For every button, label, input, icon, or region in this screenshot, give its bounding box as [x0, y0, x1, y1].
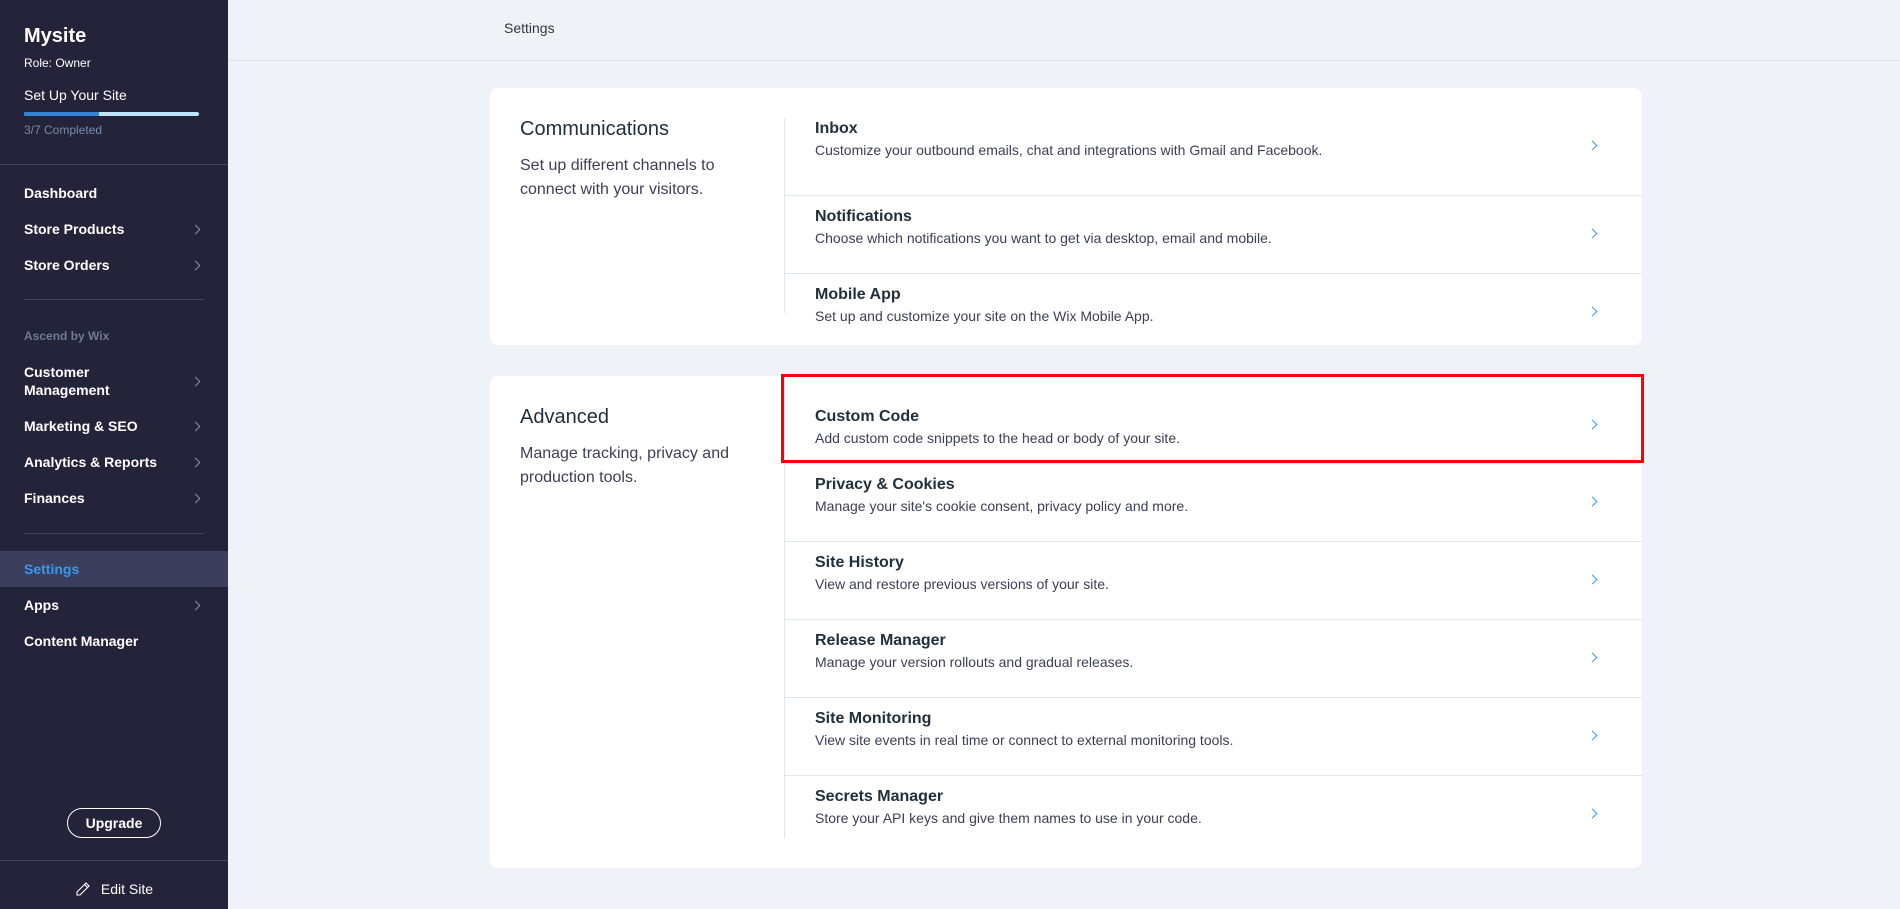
item-description: Manage your version rollouts and gradual…	[815, 654, 1134, 670]
sidebar-item-label: Finances	[24, 490, 85, 506]
communications-card: Communications Set up different channels…	[490, 88, 1642, 345]
sidebar-item-apps[interactable]: Apps	[0, 595, 228, 615]
chevron-right-icon	[190, 600, 201, 610]
item-title: Privacy & Cookies	[815, 476, 955, 493]
chevron-right-icon	[1587, 652, 1598, 663]
sidebar-item-customer-management[interactable]: Customer Management	[0, 363, 228, 399]
item-title: Notifications	[815, 208, 912, 225]
edit-site-label: Edit Site	[100, 881, 154, 897]
sidebar-item-label: Dashboard	[24, 185, 98, 201]
sidebar-item-label: Analytics & Reports	[24, 454, 158, 470]
chevron-right-icon	[1587, 496, 1598, 507]
chevron-right-icon	[190, 421, 201, 431]
sidebar-item-dashboard[interactable]: Dashboard	[0, 183, 228, 203]
divider	[0, 860, 228, 861]
sidebar: Mysite Role: Owner Set Up Your Site 3/7 …	[0, 0, 228, 909]
section-items: Inbox Customize your outbound emails, ch…	[784, 118, 1642, 324]
settings-item-site-history[interactable]: Site History View and restore previous v…	[785, 542, 1642, 620]
item-description: Manage your site's cookie consent, priva…	[815, 498, 1189, 514]
item-title: Mobile App	[815, 286, 901, 303]
item-title: Inbox	[815, 120, 858, 137]
item-title: Release Manager	[815, 632, 946, 649]
upgrade-button[interactable]: Upgrade	[67, 808, 161, 838]
page-title: Settings	[504, 20, 555, 36]
section-items: Custom Code Add custom code snippets to …	[784, 376, 1642, 838]
settings-item-secrets-manager[interactable]: Secrets Manager Store your API keys and …	[785, 776, 1642, 836]
item-description: Set up and customize your site on the Wi…	[815, 308, 1154, 324]
pencil-icon	[76, 882, 90, 896]
item-description: View site events in real time or connect…	[815, 732, 1234, 748]
chevron-right-icon	[1587, 808, 1598, 819]
chevron-right-icon	[190, 493, 201, 503]
chevron-right-icon	[190, 224, 201, 234]
settings-item-privacy-cookies[interactable]: Privacy & Cookies Manage your site's coo…	[785, 464, 1642, 542]
sidebar-item-content-manager[interactable]: Content Manager	[0, 631, 228, 651]
sidebar-item-store-orders[interactable]: Store Orders	[0, 255, 228, 275]
sidebar-item-label: Marketing & SEO	[24, 418, 138, 434]
settings-item-notifications[interactable]: Notifications Choose which notifications…	[785, 196, 1642, 274]
settings-item-mobile-app[interactable]: Mobile App Set up and customize your sit…	[785, 274, 1642, 324]
sidebar-item-label: Store Products	[24, 221, 125, 237]
section-description: Set up different channels to connect wit…	[520, 157, 715, 198]
setup-site-link[interactable]: Set Up Your Site	[24, 87, 127, 103]
divider	[24, 533, 204, 534]
item-description: Choose which notifications you want to g…	[815, 230, 1272, 246]
chevron-right-icon	[1587, 306, 1598, 317]
divider	[0, 164, 228, 165]
chevron-right-icon	[1587, 140, 1598, 151]
divider	[24, 299, 204, 300]
sidebar-item-label: Apps	[24, 597, 59, 613]
sidebar-item-settings[interactable]: Settings	[0, 551, 228, 587]
site-name: Mysite	[24, 25, 87, 47]
chevron-right-icon	[190, 260, 201, 270]
item-description: Customize your outbound emails, chat and…	[815, 142, 1323, 158]
item-title: Site History	[815, 554, 904, 571]
section-description: Manage tracking, privacy and production …	[520, 445, 729, 486]
section-label-ascend: Ascend by Wix	[24, 329, 110, 343]
settings-item-release-manager[interactable]: Release Manager Manage your version roll…	[785, 620, 1642, 698]
setup-progress-fill	[24, 112, 99, 116]
sidebar-item-label: Customer Management	[24, 364, 110, 398]
edit-site-button[interactable]: Edit Site	[0, 872, 228, 906]
chevron-right-icon	[1587, 574, 1598, 585]
sidebar-item-label: Content Manager	[24, 633, 139, 649]
chevron-right-icon	[190, 376, 201, 386]
advanced-card: Advanced Manage tracking, privacy and pr…	[490, 376, 1642, 868]
section-title: Communications	[520, 118, 669, 140]
settings-item-site-monitoring[interactable]: Site Monitoring View site events in real…	[785, 698, 1642, 776]
settings-item-custom-code[interactable]: Custom Code Add custom code snippets to …	[785, 376, 1642, 464]
chevron-right-icon	[1587, 730, 1598, 741]
page-header: Settings	[228, 0, 1900, 61]
chevron-right-icon	[190, 457, 201, 467]
settings-item-inbox[interactable]: Inbox Customize your outbound emails, ch…	[785, 118, 1642, 196]
chevron-right-icon	[1587, 419, 1598, 430]
item-description: Add custom code snippets to the head or …	[815, 430, 1180, 446]
sidebar-item-label: Settings	[24, 561, 80, 577]
site-role: Role: Owner	[24, 56, 91, 70]
item-title: Secrets Manager	[815, 788, 944, 805]
item-title: Site Monitoring	[815, 710, 932, 727]
chevron-right-icon	[1587, 228, 1598, 239]
section-title: Advanced	[520, 406, 609, 428]
item-description: Store your API keys and give them names …	[815, 810, 1202, 826]
sidebar-item-store-products[interactable]: Store Products	[0, 219, 228, 239]
sidebar-item-marketing-seo[interactable]: Marketing & SEO	[0, 416, 228, 436]
sidebar-item-label: Store Orders	[24, 257, 110, 273]
setup-progress-bar	[24, 112, 199, 116]
item-description: View and restore previous versions of yo…	[815, 576, 1109, 592]
item-title: Custom Code	[815, 408, 919, 425]
setup-status: 3/7 Completed	[24, 123, 103, 137]
sidebar-item-finances[interactable]: Finances	[0, 488, 228, 508]
sidebar-item-analytics-reports[interactable]: Analytics & Reports	[0, 452, 228, 472]
